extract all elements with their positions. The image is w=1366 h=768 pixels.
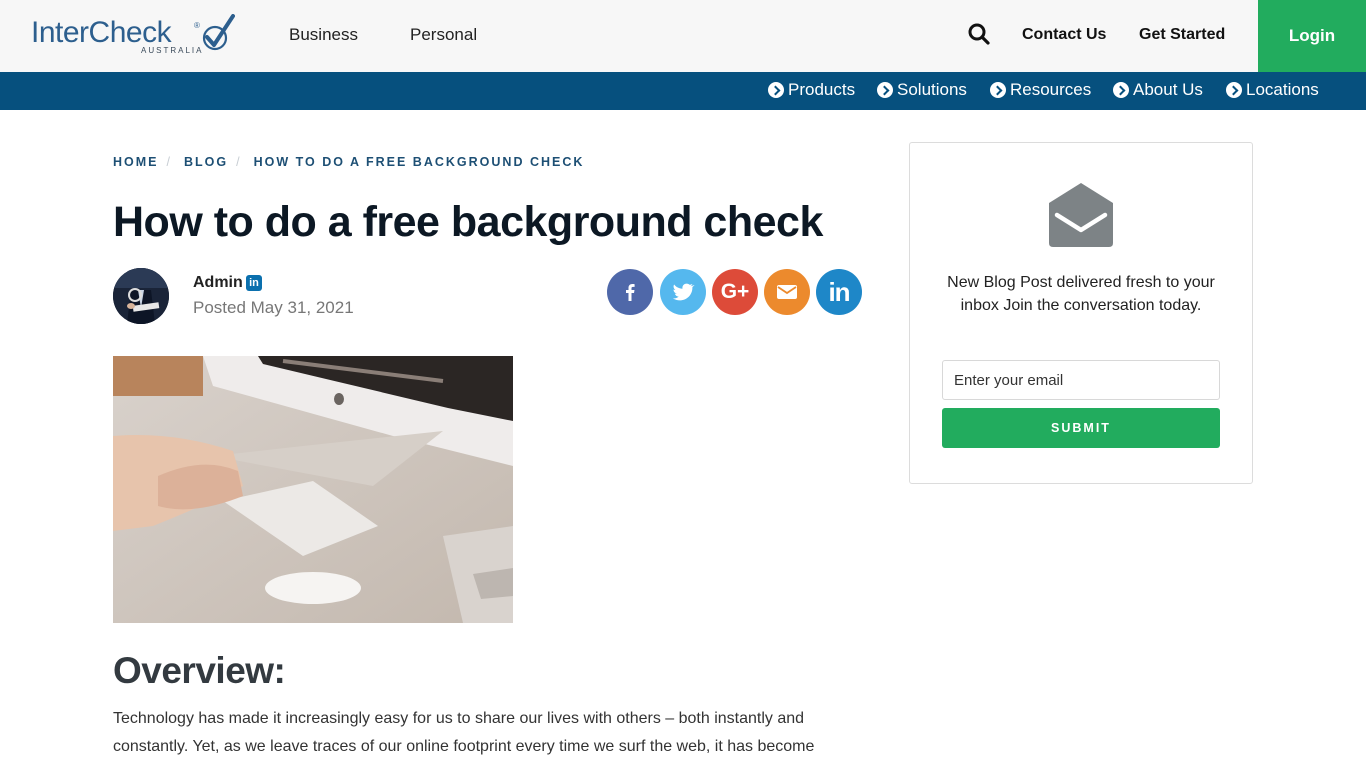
logo-text: InterCheck (31, 16, 172, 49)
share-twitter-button[interactable] (660, 269, 706, 315)
open-envelope-icon (1049, 183, 1113, 247)
twitter-icon (672, 283, 695, 301)
breadcrumb-separator: / (236, 155, 242, 169)
share-email-button[interactable] (764, 269, 810, 315)
post-date: Posted May 31, 2021 (193, 298, 354, 317)
contact-us-link[interactable]: Contact Us (1022, 26, 1106, 44)
share-linkedin-button[interactable]: in (816, 269, 862, 315)
subnav-label: Products (788, 80, 856, 99)
page-title: How to do a free background check (113, 198, 823, 246)
chevron-circle-right-icon (768, 82, 784, 98)
google-plus-icon: G+ (720, 280, 750, 303)
subnav-solutions[interactable]: Solutions (877, 80, 967, 100)
secondary-nav: Products Solutions Resources About Us Lo… (0, 72, 1366, 110)
logo-subtitle: AUSTRALIA (141, 46, 204, 55)
share-google-plus-button[interactable]: G+ (712, 269, 758, 315)
nav-business[interactable]: Business (289, 25, 358, 45)
article-hero-image (113, 356, 513, 623)
subnav-label: Solutions (897, 80, 967, 99)
breadcrumb-blog[interactable]: BLOG (184, 155, 228, 169)
breadcrumb-separator: / (166, 155, 172, 169)
author-avatar (113, 268, 169, 324)
subnav-locations[interactable]: Locations (1226, 80, 1319, 100)
subnav-resources[interactable]: Resources (990, 80, 1091, 100)
nav-personal[interactable]: Personal (410, 25, 477, 45)
newsletter-card: New Blog Post delivered fresh to your in… (909, 142, 1253, 484)
top-header: InterCheck ® AUSTRALIA Business Personal… (0, 0, 1366, 72)
breadcrumb-home[interactable]: HOME (113, 155, 159, 169)
intercheck-logo[interactable]: InterCheck ® AUSTRALIA (31, 14, 236, 58)
chevron-circle-right-icon (1226, 82, 1242, 98)
search-icon[interactable] (967, 22, 991, 46)
linkedin-icon[interactable]: in (246, 275, 262, 291)
subnav-label: About Us (1133, 80, 1203, 99)
chevron-circle-right-icon (990, 82, 1006, 98)
breadcrumb: HOME / BLOG / HOW TO DO A FREE BACKGROUN… (113, 155, 584, 169)
facebook-icon (626, 284, 635, 301)
subnav-label: Locations (1246, 80, 1319, 99)
newsletter-description: New Blog Post delivered fresh to your in… (947, 274, 1215, 314)
subnav-label: Resources (1010, 80, 1092, 99)
submit-button[interactable]: SUBMIT (942, 408, 1220, 448)
get-started-link[interactable]: Get Started (1139, 26, 1225, 44)
breadcrumb-current: HOW TO DO A FREE BACKGROUND CHECK (253, 155, 585, 169)
article-paragraph: Technology has made it increasingly easy… (113, 710, 815, 755)
checkmark-logo-icon (202, 14, 235, 51)
overview-heading: Overview: (113, 650, 286, 691)
share-facebook-button[interactable] (607, 269, 653, 315)
chevron-circle-right-icon (1113, 82, 1129, 98)
email-icon (777, 285, 797, 299)
email-input[interactable] (942, 360, 1220, 400)
subnav-about-us[interactable]: About Us (1113, 80, 1203, 100)
login-button[interactable]: Login (1258, 0, 1366, 72)
chevron-circle-right-icon (877, 82, 893, 98)
subnav-products[interactable]: Products (768, 80, 855, 100)
author-name[interactable]: Admin (193, 274, 243, 292)
linkedin-icon: in (828, 276, 850, 307)
